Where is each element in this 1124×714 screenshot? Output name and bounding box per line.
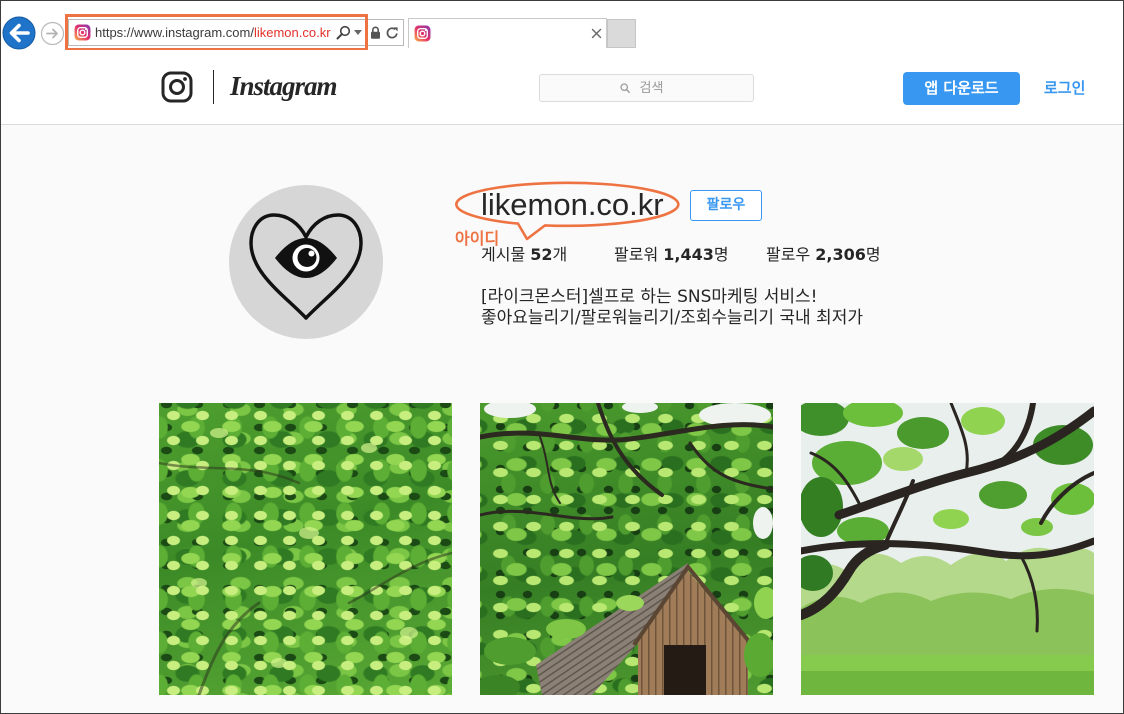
url-path: likemon.co.kr xyxy=(253,25,331,40)
stat-following[interactable]: 팔로우 2,306명 xyxy=(766,245,881,265)
post-photo-hut xyxy=(480,403,773,695)
highlight-leaves xyxy=(191,428,418,668)
annotation-label: 아이디 xyxy=(455,229,500,248)
stat-unit: 개 xyxy=(552,245,568,264)
url-text[interactable]: https://www.instagram.com/likemon.co.kr xyxy=(95,24,331,41)
post-photo-foliage xyxy=(159,428,452,695)
stat-label: 팔로워 xyxy=(614,245,659,264)
search-icon[interactable] xyxy=(336,25,351,40)
stat-value: 52 xyxy=(530,245,553,264)
search-box[interactable] xyxy=(539,74,754,102)
stat-value: 2,306 xyxy=(815,245,866,264)
post-photo-branches xyxy=(801,403,1094,695)
lock-icon[interactable] xyxy=(370,26,381,39)
hut-door xyxy=(664,645,706,695)
chevron-down-icon[interactable] xyxy=(354,30,362,36)
post-thumbnail[interactable] xyxy=(159,403,452,695)
profile-username: likemon.co.kr xyxy=(481,187,664,222)
instagram-favicon-icon xyxy=(414,25,431,42)
browser-toolbar: https://www.instagram.com/likemon.co.kr xyxy=(0,0,1124,50)
avatar xyxy=(229,185,383,339)
instagram-glyph-icon[interactable] xyxy=(161,71,193,103)
instagram-wordmark[interactable]: Instagram xyxy=(230,69,338,103)
new-tab-button[interactable] xyxy=(607,19,636,48)
logo-divider xyxy=(213,70,214,104)
follow-button[interactable]: 팔로우 xyxy=(690,190,762,221)
forward-arrow-icon xyxy=(40,21,65,46)
back-button[interactable] xyxy=(2,16,36,50)
instagram-favicon-icon xyxy=(74,24,91,41)
stat-value: 1,443 xyxy=(663,245,714,264)
post-thumbnail[interactable] xyxy=(480,403,773,695)
app-download-button[interactable]: 앱 다운로드 xyxy=(903,72,1020,105)
bio-line: [라이크몬스터]셀프로 하는 SNS마케팅 서비스! xyxy=(481,287,818,307)
heart-eye-logo-icon xyxy=(249,213,363,320)
post-thumbnail[interactable] xyxy=(801,403,1094,695)
login-link[interactable]: 로그인 xyxy=(1044,78,1085,98)
bio-line: 좋아요늘리기/팔로워늘리기/조회수늘리기 국내 최저가 xyxy=(481,308,863,328)
stat-unit: 명 xyxy=(865,245,881,264)
stat-label: 팔로우 xyxy=(766,245,811,264)
stat-followers[interactable]: 팔로워 1,443명 xyxy=(614,245,729,265)
address-bar[interactable]: https://www.instagram.com/likemon.co.kr xyxy=(68,19,404,46)
screenshot-root: https://www.instagram.com/likemon.co.kr xyxy=(0,0,1124,714)
back-arrow-icon xyxy=(2,16,36,50)
close-icon[interactable] xyxy=(591,28,602,39)
url-base: https://www.instagram.com/ xyxy=(95,25,254,40)
search-input[interactable] xyxy=(539,74,754,102)
stat-unit: 명 xyxy=(713,245,729,264)
meadow xyxy=(801,655,1094,695)
browser-tab[interactable] xyxy=(408,18,607,48)
forward-button[interactable] xyxy=(40,21,65,46)
refresh-icon[interactable] xyxy=(385,26,399,40)
